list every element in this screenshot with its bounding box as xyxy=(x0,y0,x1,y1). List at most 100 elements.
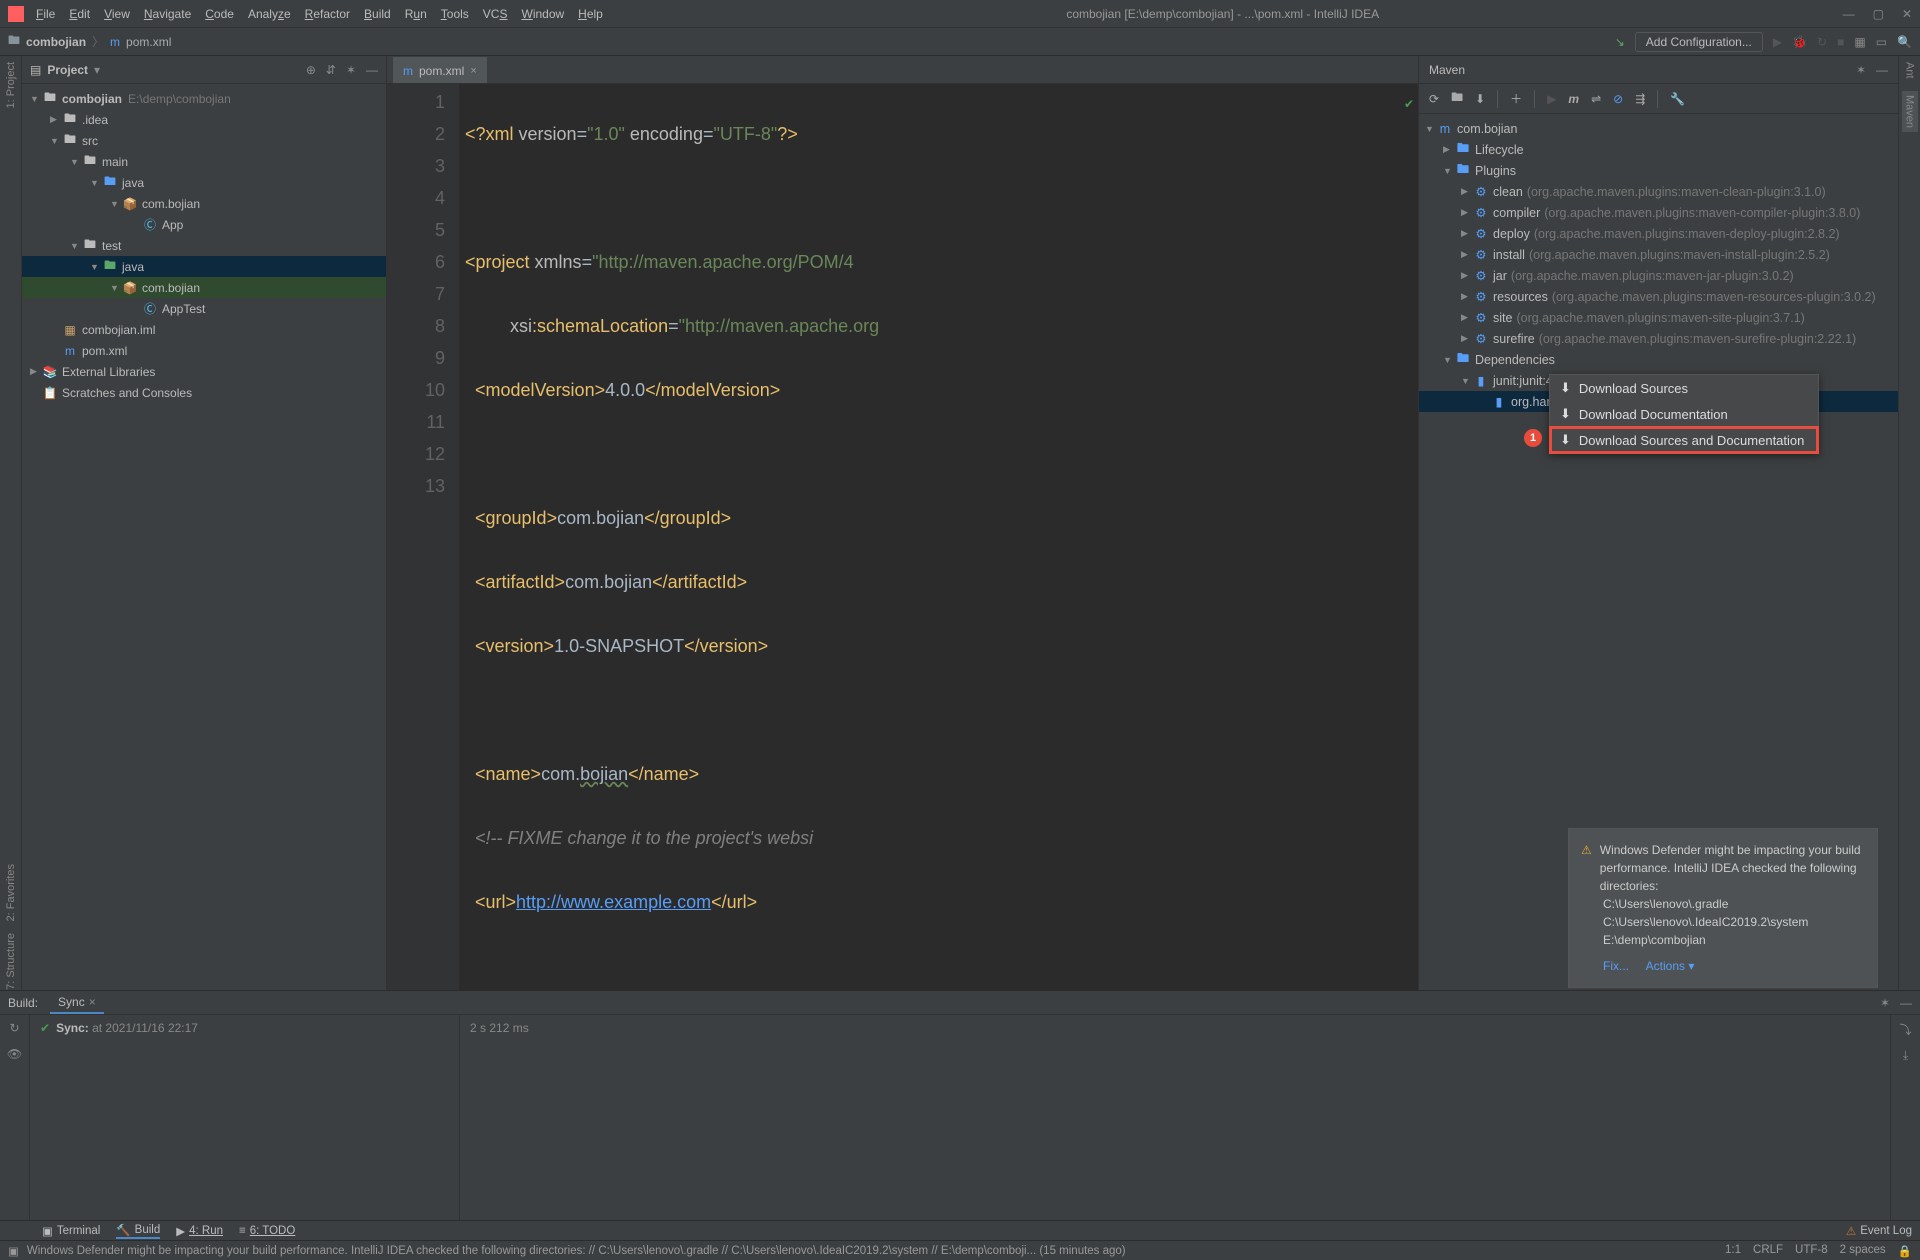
tree-idea[interactable]: ▶🖿.idea xyxy=(22,109,386,130)
view-icon[interactable]: 👁 xyxy=(7,1047,22,1061)
stripe-project[interactable]: 1: Project xyxy=(5,62,17,108)
maven-plugin-site[interactable]: ▶⚙site(org.apache.maven.plugins:maven-si… xyxy=(1419,307,1898,328)
status-eol[interactable]: CRLF xyxy=(1753,1244,1783,1258)
code-editor[interactable]: ✔ 12345678910111213 <?xml version="1.0" … xyxy=(387,84,1418,990)
build-tab-sync[interactable]: Sync× xyxy=(50,992,104,1014)
menu-tools[interactable]: Tools xyxy=(441,7,469,21)
locate-icon[interactable]: ⊕ xyxy=(306,63,316,77)
breadcrumb-file[interactable]: pom.xml xyxy=(126,35,171,49)
maven-m-icon[interactable]: m xyxy=(1568,92,1579,106)
menu-navigate[interactable]: Navigate xyxy=(144,7,191,21)
tool-windows-icon[interactable]: ▣ xyxy=(8,1244,19,1258)
scroll-end-icon[interactable]: ⤓ xyxy=(1903,1048,1908,1063)
status-position[interactable]: 1:1 xyxy=(1725,1244,1741,1258)
menu-download-sources[interactable]: ⬇Download Sources xyxy=(1550,375,1818,401)
project-tree[interactable]: ▼🖿combojianE:\demp\combojian ▶🖿.idea ▼🖿s… xyxy=(22,84,386,990)
menu-run[interactable]: Run xyxy=(405,7,427,21)
toggle-offline-icon[interactable]: ⇌ xyxy=(1591,92,1601,106)
reimport-icon[interactable]: ⟳ xyxy=(1429,92,1439,106)
maven-plugin-compiler[interactable]: ▶⚙compiler(org.apache.maven.plugins:mave… xyxy=(1419,202,1898,223)
bottom-event-log[interactable]: ⚠ Event Log xyxy=(1846,1224,1912,1238)
tree-app[interactable]: ⒸApp xyxy=(22,214,386,235)
hide-icon[interactable]: — xyxy=(1876,63,1888,77)
skip-tests-icon[interactable]: ⊘ xyxy=(1613,92,1623,106)
bottom-terminal[interactable]: ▣ Terminal xyxy=(42,1224,100,1238)
rerun-icon[interactable]: ↻ xyxy=(9,1021,19,1035)
gear-icon[interactable]: ✶ xyxy=(1880,996,1890,1010)
stop-icon[interactable]: ■ xyxy=(1837,35,1844,49)
maven-plugin-deploy[interactable]: ▶⚙deploy(org.apache.maven.plugins:maven-… xyxy=(1419,223,1898,244)
add-configuration-button[interactable]: Add Configuration... xyxy=(1635,32,1763,52)
tree-root[interactable]: ▼🖿combojianE:\demp\combojian xyxy=(22,88,386,109)
status-indent[interactable]: 2 spaces xyxy=(1840,1244,1886,1258)
tree-pom[interactable]: mpom.xml xyxy=(22,340,386,361)
status-encoding[interactable]: UTF-8 xyxy=(1795,1244,1828,1258)
close-tab-icon[interactable]: × xyxy=(89,995,96,1009)
hide-icon[interactable]: — xyxy=(1900,996,1912,1010)
generate-sources-icon[interactable]: 🖿 xyxy=(1451,88,1463,109)
maven-plugin-clean[interactable]: ▶⚙clean(org.apache.maven.plugins:maven-c… xyxy=(1419,181,1898,202)
bottom-run[interactable]: ▶ 4: Run xyxy=(176,1224,223,1238)
gear-icon[interactable]: ✶ xyxy=(346,63,356,77)
maven-plugin-surefire[interactable]: ▶⚙surefire(org.apache.maven.plugins:mave… xyxy=(1419,328,1898,349)
menu-download-sources-docs[interactable]: 1 ⬇Download Sources and Documentation xyxy=(1550,427,1818,453)
download-icon[interactable]: ⬇ xyxy=(1475,92,1485,106)
chevron-down-icon[interactable]: ▾ xyxy=(94,63,100,77)
collapse-icon[interactable]: ⇵ xyxy=(326,63,336,77)
maximize-icon[interactable]: ▢ xyxy=(1873,7,1884,21)
tree-scratch[interactable]: 📋Scratches and Consoles xyxy=(22,382,386,403)
project-structure-icon[interactable]: ▦ xyxy=(1854,35,1865,49)
tree-extlib[interactable]: ▶📚External Libraries xyxy=(22,361,386,382)
stripe-ant[interactable]: Ant xyxy=(1904,62,1916,79)
bottom-build[interactable]: 🔨 Build xyxy=(116,1223,160,1239)
menu-view[interactable]: View xyxy=(104,7,130,21)
tree-iml[interactable]: ▦combojian.iml xyxy=(22,319,386,340)
menu-code[interactable]: Code xyxy=(205,7,234,21)
lock-icon[interactable]: 🔒 xyxy=(1898,1244,1912,1258)
wrench-icon[interactable]: 🔧 xyxy=(1670,92,1685,106)
minimize-icon[interactable]: — xyxy=(1843,7,1855,21)
hammer-icon[interactable]: ↘ xyxy=(1615,35,1625,49)
search-everywhere-icon[interactable]: 🔍 xyxy=(1897,35,1912,49)
project-panel-title[interactable]: Project xyxy=(47,63,88,77)
notif-fix-link[interactable]: Fix... xyxy=(1603,959,1629,973)
debug-icon[interactable]: 🐞 xyxy=(1792,35,1807,49)
tree-pkg-test[interactable]: ▼📦com.bojian xyxy=(22,277,386,298)
close-tab-icon[interactable]: × xyxy=(470,65,476,77)
tree-main[interactable]: ▼🖿main xyxy=(22,151,386,172)
tree-java-main[interactable]: ▼🖿java xyxy=(22,172,386,193)
hide-icon[interactable]: — xyxy=(366,63,378,77)
menu-vcs[interactable]: VCS xyxy=(483,7,508,21)
show-deps-icon[interactable]: ⇶ xyxy=(1635,92,1645,106)
maven-plugin-jar[interactable]: ▶⚙jar(org.apache.maven.plugins:maven-jar… xyxy=(1419,265,1898,286)
menu-download-docs[interactable]: ⬇Download Documentation xyxy=(1550,401,1818,427)
add-icon[interactable]: ＋ xyxy=(1510,90,1522,107)
notif-actions-link[interactable]: Actions ▾ xyxy=(1646,959,1695,973)
menu-refactor[interactable]: Refactor xyxy=(305,7,350,21)
run-icon[interactable]: ▶ xyxy=(1773,35,1782,49)
close-icon[interactable]: ✕ xyxy=(1902,7,1912,21)
maven-plugin-install[interactable]: ▶⚙install(org.apache.maven.plugins:maven… xyxy=(1419,244,1898,265)
coverage-icon[interactable]: ↻ xyxy=(1817,35,1827,49)
menu-help[interactable]: Help xyxy=(578,7,603,21)
editor-tab-pom[interactable]: mpom.xml× xyxy=(393,57,487,83)
tree-pkg-main[interactable]: ▼📦com.bojian xyxy=(22,193,386,214)
stripe-structure[interactable]: 7: Structure xyxy=(5,933,17,990)
bottom-todo[interactable]: ≡ 6: TODO xyxy=(239,1225,295,1237)
tree-java-test[interactable]: ▼🖿java xyxy=(22,256,386,277)
stripe-favorites[interactable]: 2: Favorites xyxy=(5,864,17,921)
gear-icon[interactable]: ✶ xyxy=(1856,63,1866,77)
run-maven-icon[interactable]: ▶ xyxy=(1547,92,1556,106)
stripe-maven[interactable]: Maven xyxy=(1902,91,1918,132)
maven-plugin-resources[interactable]: ▶⚙resources(org.apache.maven.plugins:mav… xyxy=(1419,286,1898,307)
menu-analyze[interactable]: Analyze xyxy=(248,7,291,21)
breadcrumb-project[interactable]: combojian xyxy=(26,35,86,49)
tree-src[interactable]: ▼🖿src xyxy=(22,130,386,151)
tree-test[interactable]: ▼🖿test xyxy=(22,235,386,256)
menu-file[interactable]: File xyxy=(36,7,55,21)
menu-window[interactable]: Window xyxy=(521,7,564,21)
code-content[interactable]: <?xml version="1.0" encoding="UTF-8"?> <… xyxy=(459,84,1418,990)
menu-edit[interactable]: Edit xyxy=(69,7,90,21)
tree-apptest[interactable]: ⒸAppTest xyxy=(22,298,386,319)
menu-build[interactable]: Build xyxy=(364,7,391,21)
